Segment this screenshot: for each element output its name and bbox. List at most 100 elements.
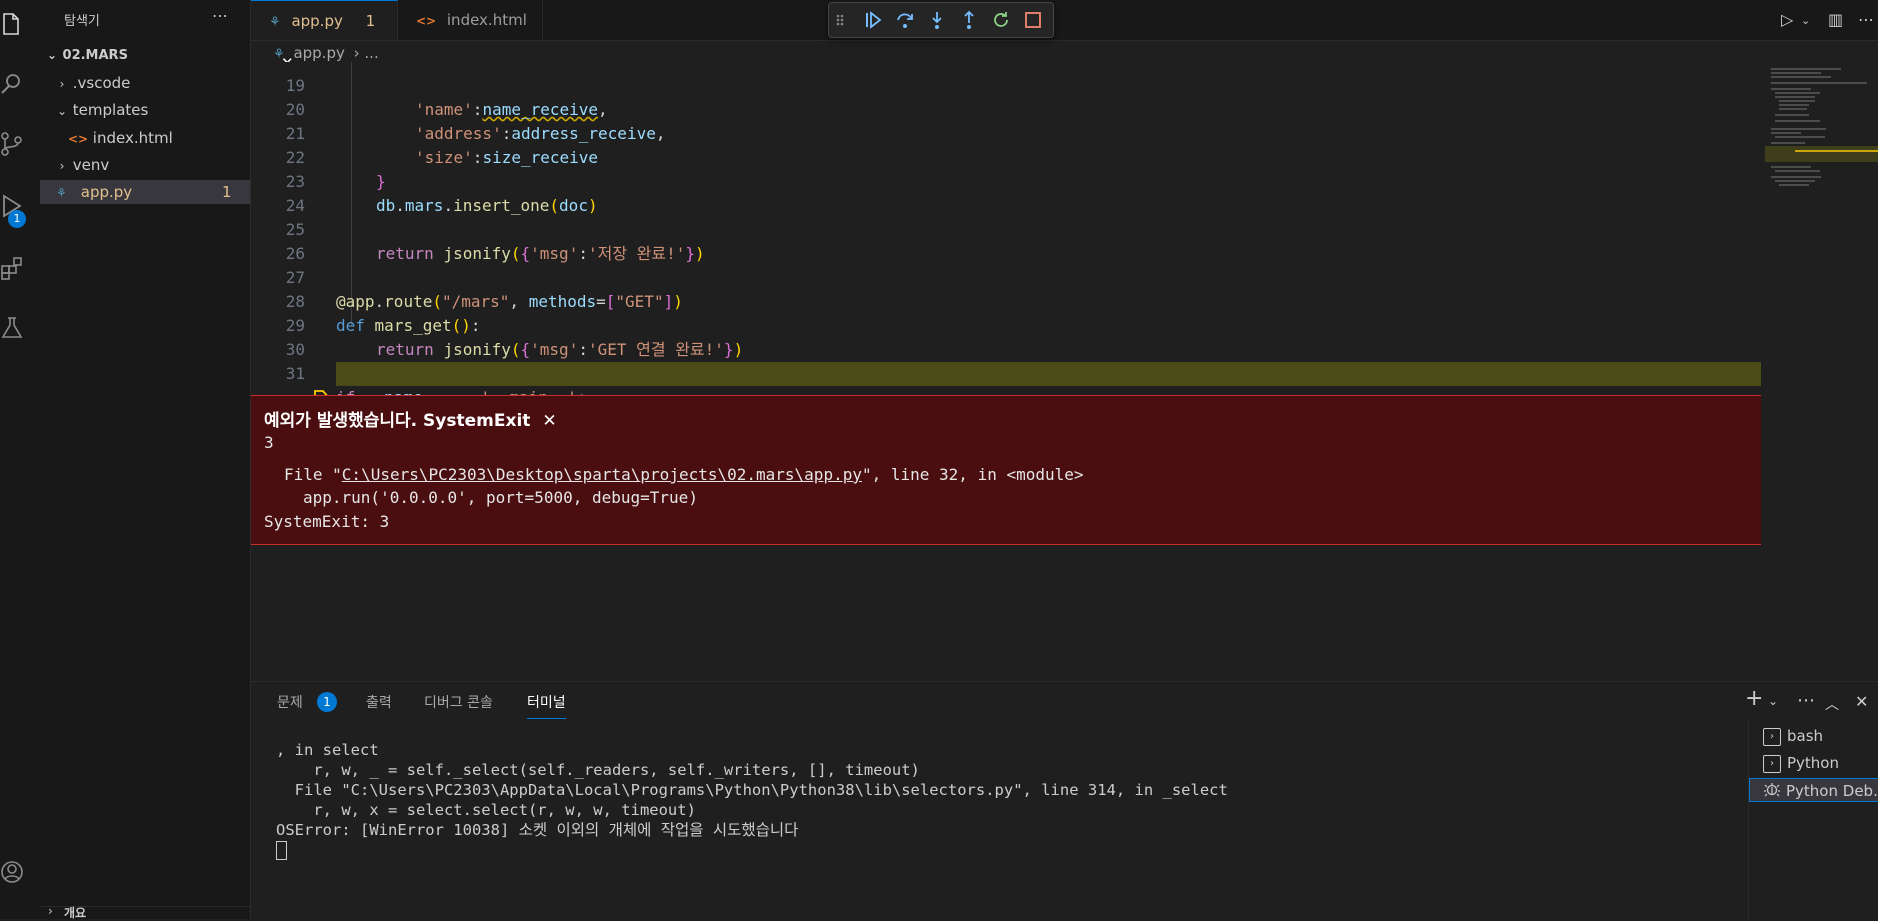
explorer-title: 탐색기: [64, 14, 100, 29]
terminal-icon: ›: [1763, 727, 1781, 746]
terminal-line: File "C:\Users\PC2303\AppData\Local\Prog…: [276, 781, 1228, 799]
terminal-item-label: Python: [1787, 754, 1839, 772]
debug-toolbar: [828, 2, 1054, 38]
terminal-item-python-debug[interactable]: Python Deb...: [1749, 778, 1878, 802]
tree-item-vscode[interactable]: › .vscode: [40, 71, 250, 95]
step-out-icon[interactable]: [959, 10, 979, 30]
restart-icon[interactable]: [991, 10, 1011, 30]
chevron-down-icon[interactable]: ⌄: [1768, 694, 1778, 708]
html-file-icon: <>: [68, 132, 89, 146]
tree-item-templates[interactable]: ⌄ templates: [40, 98, 250, 122]
continue-icon[interactable]: [863, 10, 883, 30]
split-editor-icon[interactable]: ▥: [1828, 10, 1843, 29]
exception-code: 3: [264, 433, 274, 452]
folder-root[interactable]: ⌄ 02.MARS: [40, 43, 250, 67]
more-actions-icon[interactable]: ⋯: [1797, 690, 1815, 711]
code-line: 19 'name':name_receive,: [251, 50, 1761, 119]
file-prefix: File ": [284, 465, 342, 484]
chevron-right-icon: ›: [59, 159, 65, 173]
tab-problems[interactable]: 문제: [277, 692, 303, 712]
tree-item-label: templates: [72, 101, 149, 119]
extensions-icon[interactable]: [0, 256, 24, 280]
tab-label: app.py: [291, 12, 343, 30]
exception-title: 예외가 발생했습니다. SystemExit ✕: [264, 406, 557, 431]
code-line: 20 'address':address_receive,: [251, 74, 1761, 143]
debug-badge: 1: [8, 210, 26, 228]
outline-label: 개요: [64, 906, 87, 920]
bottom-panel: 문제 1 출력 디버그 콘솔 터미널 + ⌄ ⋯ ︿ ✕ , in select…: [251, 681, 1878, 920]
tree-item-venv[interactable]: › venv: [40, 153, 250, 177]
more-actions-icon[interactable]: ⋯: [212, 6, 228, 25]
terminal-line: OSError: [WinError 10038] 소켓 이외의 개체에 작업을…: [276, 821, 799, 839]
python-file-icon: ⚘: [269, 15, 281, 30]
explorer-sidebar: 탐색기 ⋯ ⌄ 02.MARS › .vscode ⌄ templates <>…: [40, 0, 251, 920]
tab-problem-badge: 1: [365, 12, 376, 30]
activity-bar: 1: [0, 0, 41, 919]
step-into-icon[interactable]: [927, 10, 947, 30]
problems-badge: 1: [317, 692, 337, 712]
tab-output[interactable]: 출력: [366, 692, 392, 712]
run-icon[interactable]: ▷: [1781, 10, 1793, 29]
tab-terminal[interactable]: 터미널: [527, 692, 566, 719]
code-line-current: 32 app.run('0.0.0.0', port=5000, debug=T…: [251, 362, 1761, 479]
chevron-right-icon: ›: [48, 904, 53, 918]
terminal-list: › bash › Python Python Deb...: [1748, 720, 1878, 920]
terminal-item-label: bash: [1787, 727, 1824, 745]
source-control-icon[interactable]: [0, 132, 24, 156]
current-line-highlight: [336, 362, 1761, 386]
breakpoint-arrow-icon: [255, 365, 330, 406]
account-icon[interactable]: [0, 860, 24, 884]
close-icon[interactable]: ✕: [542, 411, 556, 431]
code-line: 31 if __name__ == '__main__':: [251, 338, 1761, 407]
exception-trace-code: app.run('0.0.0.0', port=5000, debug=True…: [303, 488, 698, 507]
exception-file-line: File "C:\Users\PC2303\Desktop\sparta\pro…: [284, 465, 1084, 484]
terminal-icon: ›: [1763, 754, 1781, 773]
tab-index-html[interactable]: <> index.html: [398, 0, 543, 40]
close-icon[interactable]: ✕: [1855, 692, 1868, 711]
chevron-down-icon: ⌄: [46, 48, 58, 62]
tree-item-index-html[interactable]: <> index.html: [40, 126, 250, 150]
terminal-cursor: [276, 841, 287, 860]
debug-icon: [1764, 780, 1780, 804]
chevron-down-icon: ⌄: [56, 104, 68, 118]
terminal-item-python[interactable]: › Python: [1749, 751, 1878, 775]
code-line: 21 'size':size_receive: [251, 98, 1761, 167]
tree-item-label: app.py: [80, 183, 133, 201]
code-line: 30: [251, 314, 1761, 359]
tab-label: index.html: [446, 11, 527, 29]
file-link[interactable]: C:\Users\PC2303\Desktop\sparta\projects\…: [342, 465, 862, 484]
terminal-cursor-line: [276, 840, 1228, 860]
more-actions-icon[interactable]: ⋯: [1858, 10, 1874, 29]
terminal-output[interactable]: , in select r, w, _ = self._select(self.…: [276, 740, 1228, 860]
code-line: 24: [251, 170, 1761, 215]
tree-item-app-py[interactable]: ⚘ app.py 1: [40, 180, 250, 204]
outline-section[interactable]: › 개요: [40, 904, 250, 920]
tree-item-label: .vscode: [72, 74, 131, 92]
file-suffix: ", line 32, in <module>: [861, 465, 1084, 484]
code-line: 22 }: [251, 122, 1761, 191]
code-line: 23 db.mars.insert_one(doc): [251, 146, 1761, 215]
code-line: 27 @app.route("/mars", methods=["GET"]): [251, 242, 1761, 311]
chevron-down-icon[interactable]: ⌄: [1801, 14, 1810, 27]
step-over-icon[interactable]: [895, 10, 915, 30]
tab-debug-console[interactable]: 디버그 콘솔: [424, 692, 493, 712]
terminal-line: r, w, _ = self._select(self._readers, se…: [276, 761, 920, 779]
terminal-item-bash[interactable]: › bash: [1749, 724, 1878, 748]
root-folder-label: 02.MARS: [62, 48, 128, 63]
html-file-icon: <>: [416, 14, 437, 28]
maximize-panel-icon[interactable]: ︿: [1825, 694, 1839, 714]
drag-handle-icon[interactable]: [835, 10, 845, 30]
exception-summary: SystemExit: 3: [264, 512, 390, 531]
terminal-item-label: Python Deb...: [1786, 782, 1878, 800]
testing-icon[interactable]: [0, 316, 24, 340]
minimap[interactable]: [1765, 62, 1878, 222]
tab-app-py[interactable]: ⚘ app.py 1 ✕: [251, 0, 398, 72]
problem-count-badge: 1: [222, 183, 232, 201]
terminal-line: r, w, x = select.select(r, w, w, timeout…: [276, 801, 696, 819]
search-icon[interactable]: [0, 72, 24, 96]
tree-item-label: venv: [72, 156, 110, 174]
code-editor[interactable]: 19 'name':name_receive, 20 'address':add…: [251, 62, 1761, 672]
new-terminal-icon[interactable]: +: [1745, 686, 1763, 711]
stop-icon[interactable]: [1023, 10, 1043, 30]
explorer-icon[interactable]: [0, 12, 24, 36]
